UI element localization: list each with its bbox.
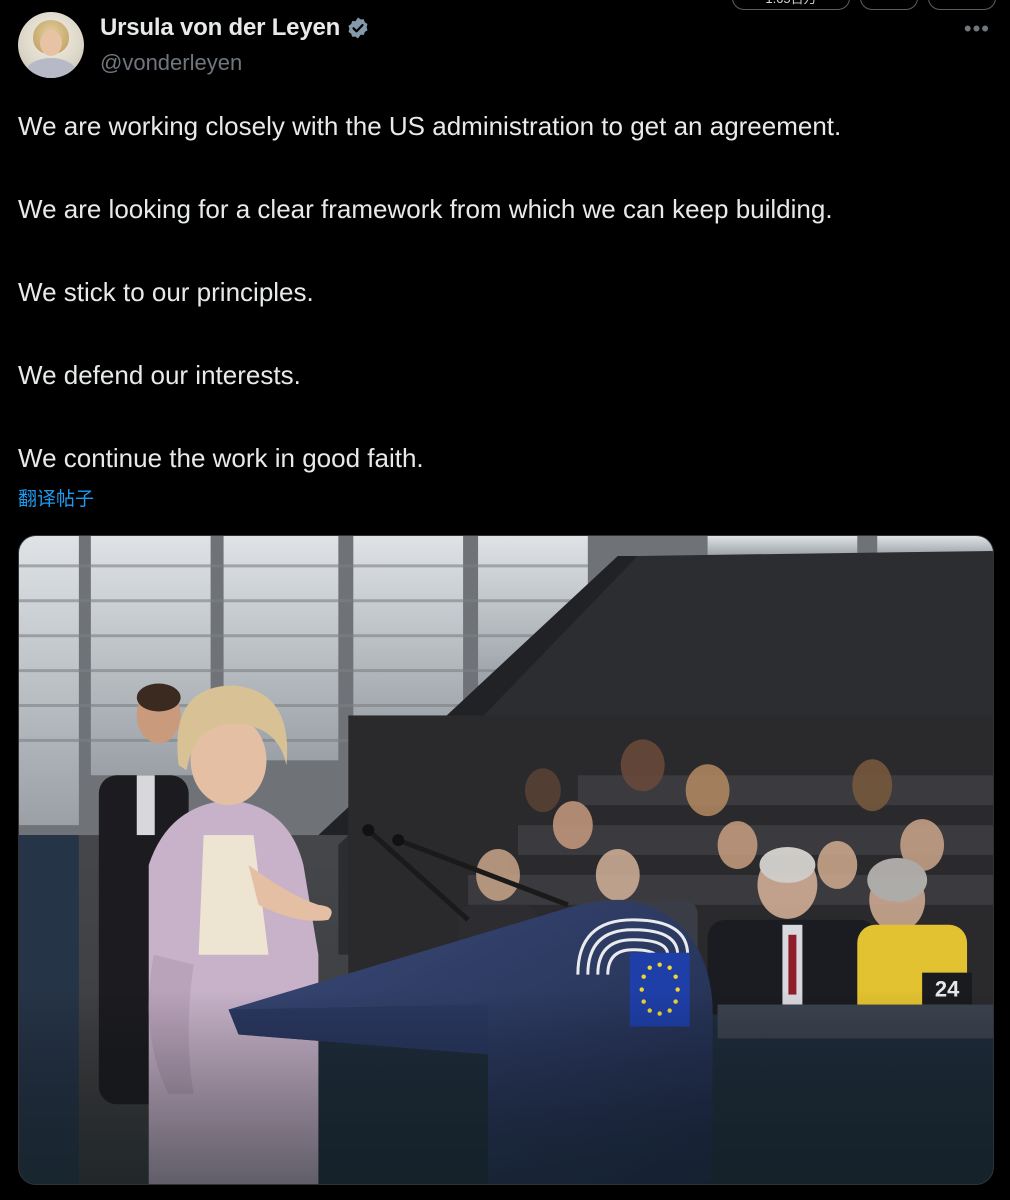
- translate-post-link[interactable]: 翻译帖子: [18, 484, 94, 511]
- more-icon[interactable]: •••: [964, 16, 990, 42]
- tweet-photo[interactable]: 24: [18, 535, 994, 1185]
- avatar[interactable]: [18, 12, 84, 78]
- tweet-paragraph: We defend our interests.: [18, 360, 301, 390]
- tweet-paragraph: We are looking for a clear framework fro…: [18, 194, 833, 224]
- tweet-text: We are working closely with the US admin…: [18, 108, 998, 476]
- tweet-paragraph: We are working closely with the US admin…: [18, 111, 842, 141]
- tweet-page: 1.65百万 Ursula von der Leyen @vonderleyen…: [0, 0, 1010, 1200]
- tweet-paragraph: We stick to our principles.: [18, 277, 314, 307]
- photo-illustration: 24: [19, 536, 993, 1184]
- bookmark-button[interactable]: [860, 0, 918, 10]
- author-display-name[interactable]: Ursula von der Leyen: [100, 14, 340, 42]
- verified-badge-icon: [348, 17, 368, 39]
- search-button[interactable]: [928, 0, 996, 10]
- top-toolbar: 1.65百万: [732, 0, 996, 10]
- author-name-row: Ursula von der Leyen: [100, 14, 370, 42]
- author-handle[interactable]: @vonderleyen: [100, 50, 242, 76]
- tweet-paragraph: We continue the work in good faith.: [18, 443, 424, 473]
- views-count[interactable]: 1.65百万: [732, 0, 850, 10]
